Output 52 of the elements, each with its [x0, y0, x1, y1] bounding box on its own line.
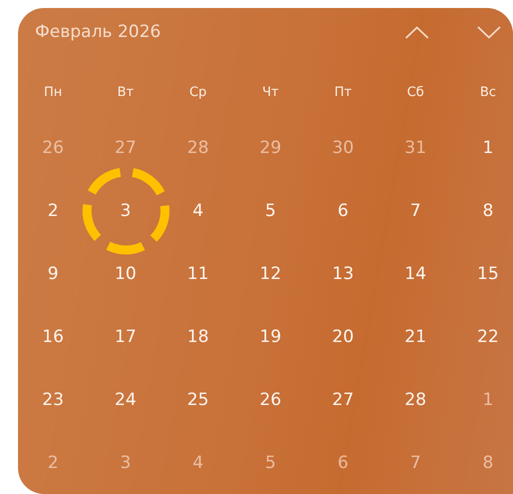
day-number[interactable]: 29	[260, 138, 282, 158]
day-number[interactable]: 9	[48, 264, 58, 284]
month-title[interactable]: Февраль 2026	[35, 22, 161, 42]
weekday-label: Чт	[262, 84, 279, 100]
day-number[interactable]: 10	[114, 264, 136, 284]
weekday-label: Вт	[117, 84, 134, 100]
day-number[interactable]: 2	[48, 200, 58, 220]
day-number[interactable]: 5	[265, 452, 276, 472]
day-number[interactable]: 26	[42, 138, 64, 158]
day-number[interactable]: 12	[260, 264, 282, 284]
day-number[interactable]: 2	[48, 452, 58, 472]
day-number[interactable]: 22	[477, 326, 499, 346]
weekday-label: Пт	[334, 84, 352, 100]
day-number[interactable]: 6	[338, 452, 348, 472]
day-number[interactable]: 5	[265, 200, 276, 220]
weekday-label: Сб	[406, 84, 424, 100]
day-number[interactable]: 15	[477, 264, 499, 284]
day-number[interactable]: 8	[482, 200, 494, 220]
weekday-label: Вс	[480, 84, 496, 100]
day-number[interactable]: 3	[120, 452, 131, 472]
day-number[interactable]: 8	[482, 452, 494, 472]
chevron-up-icon[interactable]	[405, 26, 429, 38]
day-number[interactable]: 1	[482, 390, 494, 410]
day-number[interactable]: 28	[187, 138, 209, 158]
day-number[interactable]: 23	[42, 390, 64, 410]
day-number[interactable]: 4	[192, 200, 204, 220]
day-number[interactable]: 1	[482, 138, 494, 158]
day-number[interactable]: 25	[187, 390, 209, 410]
day-number[interactable]: 6	[338, 200, 348, 220]
day-number[interactable]: 7	[410, 200, 421, 220]
day-number[interactable]: 26	[260, 390, 282, 410]
day-number[interactable]: 17	[114, 326, 136, 346]
day-number[interactable]: 21	[404, 326, 426, 346]
day-number[interactable]: 30	[332, 138, 354, 158]
day-number[interactable]: 11	[187, 264, 209, 284]
day-number[interactable]: 3	[120, 200, 131, 220]
day-number[interactable]: 18	[187, 326, 209, 346]
day-number[interactable]: 27	[114, 138, 136, 158]
day-number[interactable]: 24	[114, 390, 136, 410]
day-number[interactable]: 28	[404, 390, 426, 410]
day-number[interactable]: 4	[192, 452, 204, 472]
weekday-label: Ср	[189, 84, 207, 100]
chevron-down-icon[interactable]	[477, 26, 501, 38]
day-number[interactable]: 14	[404, 264, 426, 284]
day-number[interactable]: 19	[260, 326, 282, 346]
day-number[interactable]: 13	[332, 264, 354, 284]
day-number[interactable]: 31	[404, 138, 426, 158]
day-number[interactable]: 16	[42, 326, 64, 346]
day-number[interactable]: 20	[332, 326, 354, 346]
weekday-label: Пн	[44, 84, 62, 100]
day-number[interactable]: 27	[332, 390, 354, 410]
day-number[interactable]: 7	[410, 452, 421, 472]
